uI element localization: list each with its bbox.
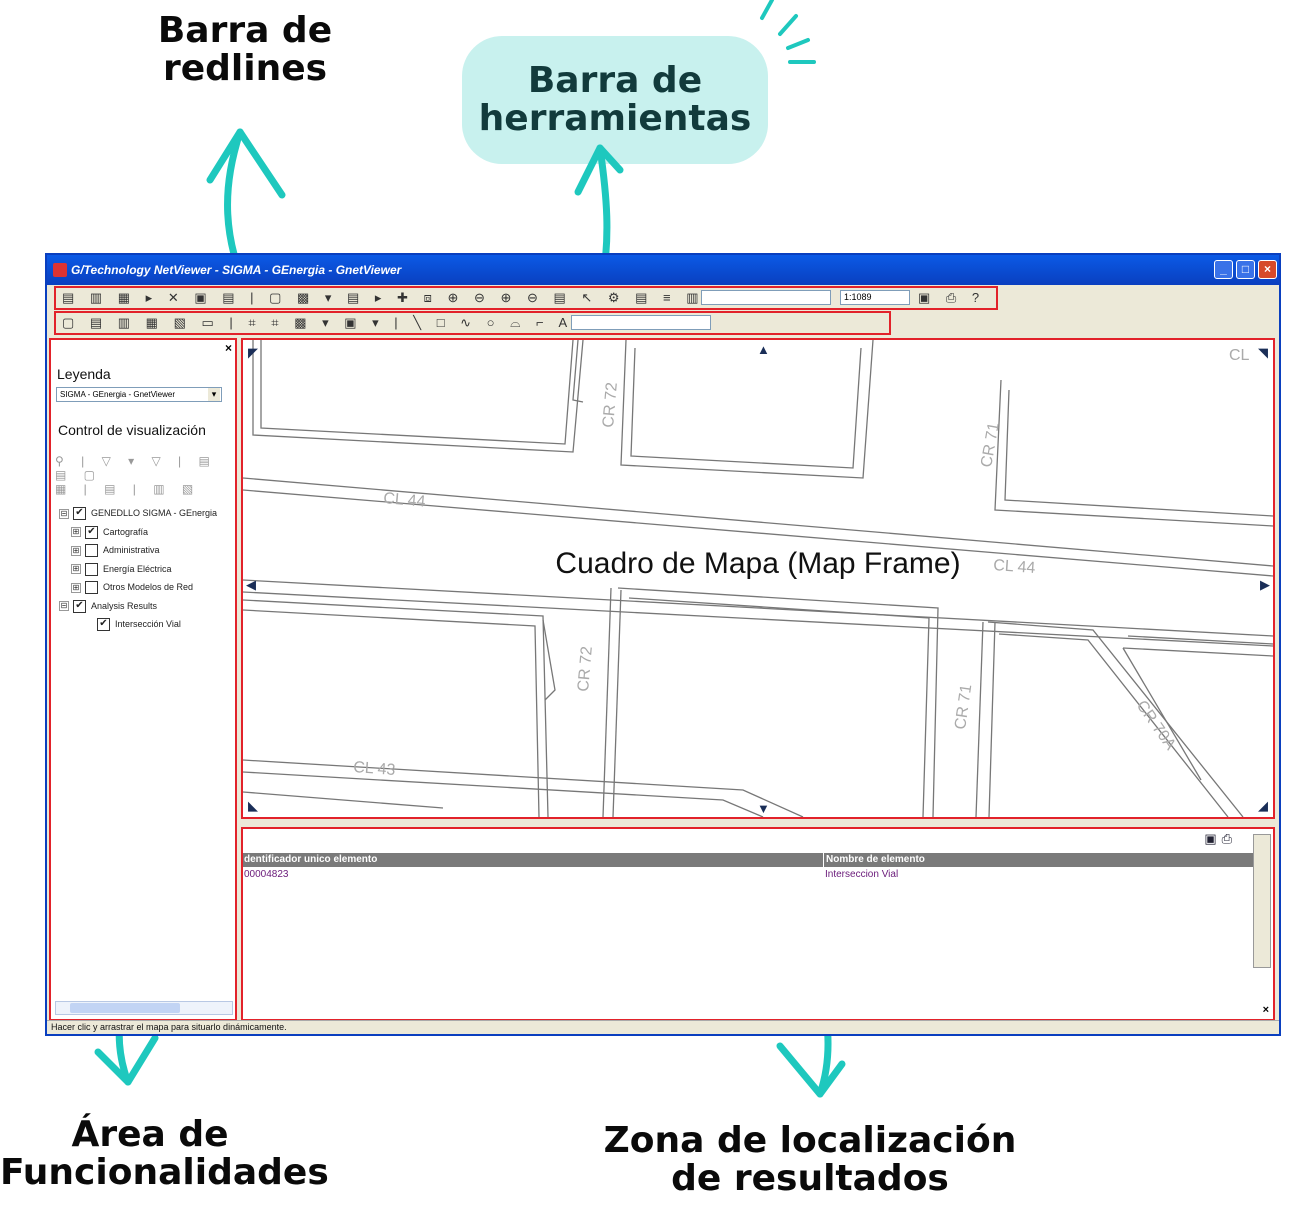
street-label-cl43: CL 43 bbox=[353, 759, 396, 779]
panel-close-button[interactable]: × bbox=[225, 341, 232, 355]
layer-label: Administrativa bbox=[103, 545, 160, 555]
camera-print-help-icons[interactable]: ▣ ⎙ ? bbox=[918, 290, 985, 306]
control-visualizacion-title: Control de visualización bbox=[58, 422, 206, 438]
function-area-panel: × Leyenda SIGMA - GEnergia - GnetViewer … bbox=[49, 338, 237, 1021]
control-toolbar-2[interactable]: ▦ | ▤ | ▥ ▧ bbox=[55, 482, 200, 496]
layer-tree-item[interactable]: ⊟ ✔ GENEDLLO SIGMA - GEnergia bbox=[59, 506, 218, 521]
results-close-button[interactable]: × bbox=[1263, 1004, 1269, 1016]
layer-checkbox[interactable]: ✔ bbox=[85, 525, 98, 539]
main-toolbar: ▤ ▥ ▦ ▸ ✕ ▣ ▤ | ▢ ▩ ▾ ▤ ▸ ✚ ⧈ ⊕ ⊖ ⊕ ⊖ ▤ … bbox=[54, 286, 998, 310]
zona-arrow-head bbox=[776, 1042, 846, 1098]
street-label-cl: CL bbox=[1229, 347, 1250, 364]
map-frame-caption: Cuadro de Mapa (Map Frame) bbox=[555, 547, 961, 580]
redlines-arrow-head bbox=[206, 128, 286, 199]
scale-input[interactable]: 1:1089 bbox=[840, 290, 910, 305]
tree-expander-icon[interactable]: ⊟ bbox=[59, 601, 69, 612]
table-cell-name[interactable]: Interseccion Vial bbox=[825, 869, 898, 880]
layer-checkbox[interactable] bbox=[85, 544, 98, 558]
locate-input[interactable] bbox=[701, 290, 831, 305]
minimize-button[interactable]: _ bbox=[1214, 260, 1233, 279]
table-cell-id[interactable]: 00004823 bbox=[244, 869, 289, 880]
layer-checkbox[interactable]: ✔ bbox=[73, 507, 86, 521]
results-zone: ▣⎙ dentificador unico elemento Nombre de… bbox=[241, 827, 1275, 1021]
layer-tree-item[interactable]: ✔ Intersección Vial bbox=[83, 617, 181, 632]
pan-northwest-icon[interactable]: ◤ bbox=[248, 345, 258, 361]
tree-expander-icon[interactable]: ⊞ bbox=[71, 545, 81, 556]
tree-expander-icon[interactable]: ⊞ bbox=[71, 582, 81, 593]
leyenda-select[interactable]: SIGMA - GEnergia - GnetViewer bbox=[56, 387, 222, 402]
layer-checkbox[interactable]: ✔ bbox=[97, 618, 110, 632]
spark-line-1 bbox=[760, 0, 774, 20]
layer-checkbox[interactable]: ✔ bbox=[73, 599, 86, 613]
layer-checkbox[interactable] bbox=[85, 562, 98, 576]
street-label-cr72-a: CR 72 bbox=[600, 382, 621, 429]
pan-east-icon[interactable]: ▶ bbox=[1260, 577, 1270, 593]
leyenda-title: Leyenda bbox=[57, 366, 111, 382]
maximize-button[interactable]: □ bbox=[1236, 260, 1255, 279]
street-label-cl44-a: CL 44 bbox=[383, 490, 427, 511]
layer-tree-item[interactable]: ⊞ Energía Eléctrica bbox=[71, 562, 172, 576]
layer-label: Cartografía bbox=[103, 526, 149, 537]
pan-west-icon[interactable]: ◀ bbox=[246, 577, 256, 593]
column-header-name[interactable]: Nombre de elemento bbox=[823, 853, 925, 867]
panel-scrollbar[interactable] bbox=[55, 1001, 233, 1015]
pan-northeast-icon[interactable]: ◥ bbox=[1258, 345, 1268, 361]
title-bar[interactable]: G/Technology NetViewer - SIGMA - GEnergi… bbox=[47, 255, 1279, 285]
results-save-print-icons[interactable]: ▣⎙ bbox=[1204, 831, 1237, 847]
layer-checkbox[interactable] bbox=[85, 581, 98, 595]
pan-southwest-icon[interactable]: ◣ bbox=[248, 798, 258, 814]
results-side-toolbar[interactable] bbox=[1253, 834, 1271, 968]
tree-expander-icon[interactable]: ⊟ bbox=[59, 508, 69, 519]
layer-label: Otros Modelos de Red bbox=[103, 582, 194, 592]
layer-tree-item[interactable]: ⊞ Administrativa bbox=[71, 543, 160, 558]
app-window: G/Technology NetViewer - SIGMA - GEnergi… bbox=[45, 253, 1281, 1036]
toolbar-arrow-head bbox=[574, 144, 624, 196]
pan-north-icon[interactable]: ▲ bbox=[757, 342, 770, 357]
layer-tree-item[interactable]: ⊞ ✔ Cartografía bbox=[71, 525, 148, 539]
layer-tree-item[interactable]: ⊟ ✔ Analysis Results bbox=[59, 599, 157, 613]
redlines-toolbar-icons[interactable]: ▢ ▤ ▥ ▦ ▧ ▭ | ⌗ ⌗ ▩ ▾ ▣ ▾ | ╲ □ ∿ ○ ⌓ ⌐ … bbox=[62, 315, 621, 331]
street-label-cr72-b: CR 72 bbox=[575, 646, 596, 693]
main-toolbar-icons[interactable]: ▤ ▥ ▦ ▸ ✕ ▣ ▤ | ▢ ▩ ▾ ▤ ▸ ✚ ⧈ ⊕ ⊖ ⊕ ⊖ ▤ … bbox=[62, 290, 732, 306]
street-label-cr71-b: CR 71 bbox=[952, 683, 975, 730]
street-label-cr70a: CR 70A bbox=[1133, 698, 1179, 754]
street-label-cr71-a: CR 71 bbox=[978, 421, 1003, 469]
pan-south-icon[interactable]: ▼ bbox=[757, 801, 770, 816]
tree-expander-icon[interactable]: ⊞ bbox=[71, 527, 81, 538]
window-title: G/Technology NetViewer - SIGMA - GEnergi… bbox=[71, 263, 402, 277]
layer-label: Energía Eléctrica bbox=[103, 563, 172, 574]
layer-tree-item[interactable]: ⊞ Otros Modelos de Red bbox=[71, 580, 194, 595]
redline-style-select[interactable] bbox=[571, 315, 711, 330]
pan-southeast-icon[interactable]: ◢ bbox=[1258, 798, 1268, 814]
results-table-header: dentificador unico elemento Nombre de el… bbox=[243, 853, 1253, 867]
scrollbar-thumb[interactable] bbox=[70, 1003, 180, 1013]
layer-label: Analysis Results bbox=[91, 600, 158, 611]
status-bar: Hacer clic y arrastrar el mapa para situ… bbox=[47, 1020, 1279, 1034]
redlines-toolbar: ▢ ▤ ▥ ▦ ▧ ▭ | ⌗ ⌗ ▩ ▾ ▣ ▾ | ╲ □ ∿ ○ ⌓ ⌐ … bbox=[54, 311, 891, 335]
control-toolbar-1[interactable]: ⚲ | ▽ ▾ ▽ | ▤ ▤ ▢ bbox=[55, 454, 235, 482]
app-icon bbox=[53, 263, 67, 277]
column-header-id[interactable]: dentificador unico elemento bbox=[244, 853, 377, 867]
map-frame[interactable]: CL 44 CL 44 CL 43 CR 72 CR 72 CR 71 CR 7… bbox=[241, 338, 1275, 819]
close-button[interactable]: × bbox=[1258, 260, 1277, 279]
layer-label: Intersección Vial bbox=[115, 619, 181, 629]
spark-line-3 bbox=[786, 38, 810, 50]
tree-expander-icon[interactable]: ⊞ bbox=[71, 564, 81, 575]
layer-label: GENEDLLO SIGMA - GEnergia bbox=[91, 508, 218, 518]
spark-line-2 bbox=[778, 14, 798, 36]
